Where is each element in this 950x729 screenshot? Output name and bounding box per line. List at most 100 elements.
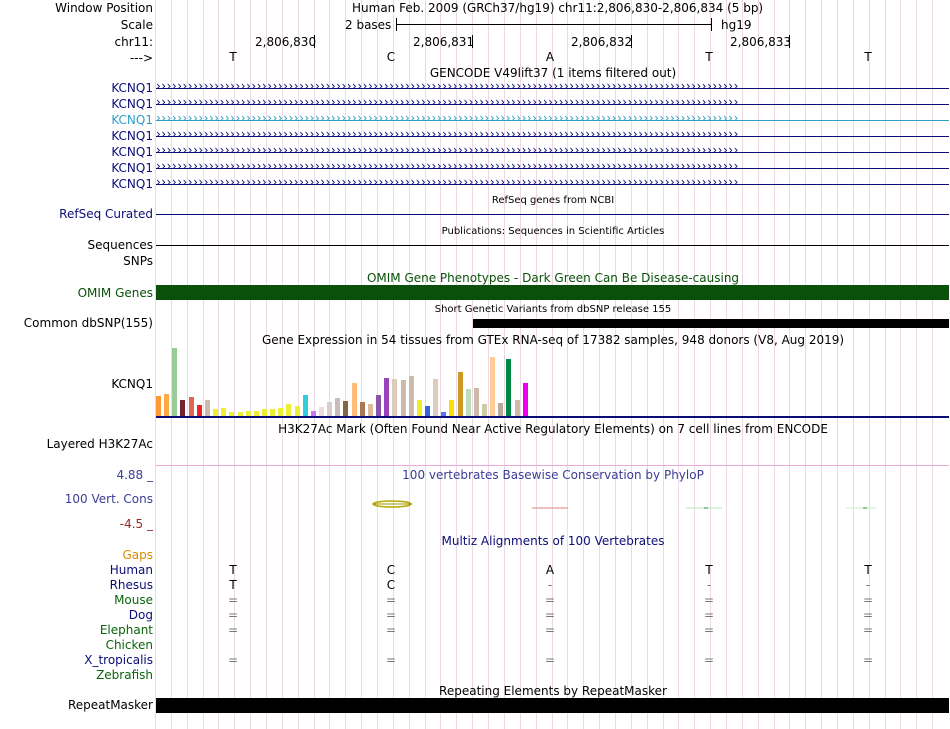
multiz-species-label[interactable]: Dog [129, 608, 153, 622]
gtex-tissue-bar[interactable] [302, 395, 308, 416]
gtex-tissue-bar[interactable] [514, 400, 520, 416]
gtex-track-title[interactable]: Gene Expression in 54 tissues from GTEx … [156, 333, 950, 347]
gtex-tissue-bar[interactable] [319, 407, 324, 416]
gtex-tissue-bar[interactable] [286, 404, 292, 416]
gtex-tissue-bar[interactable] [400, 380, 406, 416]
gtex-tissue-bar[interactable] [164, 394, 170, 416]
publications-label[interactable]: Sequences [88, 238, 153, 252]
grid-line [741, 0, 743, 729]
gtex-tissue-bar[interactable] [351, 383, 357, 416]
dbsnp-track-title[interactable]: Short Genetic Variants from dbSNP releas… [156, 303, 950, 317]
gencode-transcript-feature[interactable]: ››››››››››››››››››››››››››››››››››››››››… [156, 175, 949, 189]
grid-line [805, 0, 807, 729]
phylop-label[interactable]: 100 Vert. Cons [65, 492, 153, 506]
gtex-tissue-bar[interactable] [522, 383, 528, 416]
gtex-tissue-bar[interactable] [506, 359, 512, 416]
snps-label[interactable]: SNPs [123, 254, 153, 268]
gtex-tissue-bar[interactable] [188, 397, 194, 416]
gtex-tissue-bar[interactable] [498, 403, 504, 416]
dbsnp-label[interactable]: Common dbSNP(155) [24, 316, 153, 330]
gencode-transcript-feature[interactable]: ››››››››››››››››››››››››››››››››››››››››… [156, 127, 949, 141]
gencode-transcript-label[interactable]: KCNQ1 [111, 129, 153, 143]
gtex-tissue-bar[interactable] [376, 395, 382, 416]
h3k27ac-track-title[interactable]: H3K27Ac Mark (Often Found Near Active Re… [156, 422, 950, 436]
gtex-tissue-bar[interactable] [261, 409, 267, 416]
repeatmasker-track-title[interactable]: Repeating Elements by RepeatMasker [156, 684, 950, 698]
gtex-tissue-bar[interactable] [433, 379, 439, 416]
gtex-tissue-bar[interactable] [180, 400, 186, 416]
gencode-transcript-label[interactable]: KCNQ1 [111, 81, 153, 95]
repeatmasker-label[interactable]: RepeatMasker [68, 698, 153, 712]
gtex-tissue-bar[interactable] [482, 404, 487, 416]
gtex-tissue-bar[interactable] [343, 401, 349, 416]
gtex-tissue-bar[interactable] [367, 404, 373, 416]
repeatmasker-feature-bar[interactable] [156, 698, 949, 713]
gencode-track-title[interactable]: GENCODE V49lift37 (1 items filtered out) [156, 66, 950, 80]
h3k27ac-label[interactable]: Layered H3K27Ac [47, 437, 153, 451]
strand-arrows: ››››››››››››››››››››››››››››››››››››››››… [156, 127, 739, 141]
multiz-track-title[interactable]: Multiz Alignments of 100 Vertebrates [156, 534, 950, 548]
gtex-tissue-bar[interactable] [172, 348, 178, 416]
gtex-tissue-bar[interactable] [278, 408, 284, 416]
gencode-transcript-label[interactable]: KCNQ1 [111, 177, 153, 191]
gtex-tissue-bar[interactable] [408, 376, 414, 416]
gencode-transcript-label[interactable]: KCNQ1 [111, 161, 153, 175]
gencode-transcript-feature[interactable]: ››››››››››››››››››››››››››››››››››››››››… [156, 95, 949, 109]
gtex-tissue-bar[interactable] [384, 378, 390, 416]
multiz-alignment-cell: T [705, 563, 713, 577]
refseq-feature-line[interactable] [156, 214, 949, 215]
gtex-tissue-bar[interactable] [294, 406, 300, 416]
phylop-signal[interactable] [156, 495, 949, 515]
publications-feature-line[interactable] [156, 245, 949, 246]
omim-feature-bar[interactable] [156, 285, 949, 300]
gencode-transcript-feature[interactable]: ››››››››››››››››››››››››››››››››››››››››… [156, 143, 949, 157]
multiz-species-label[interactable]: Zebrafish [96, 668, 153, 682]
gtex-label[interactable]: KCNQ1 [111, 377, 153, 391]
refseq-label[interactable]: RefSeq Curated [59, 207, 153, 221]
gencode-transcript-label[interactable]: KCNQ1 [111, 113, 153, 127]
gencode-transcript-feature[interactable]: ››››››››››››››››››››››››››››››››››››››››… [156, 111, 949, 125]
grid-line [725, 0, 727, 729]
gtex-tissue-bar[interactable] [457, 372, 463, 416]
gtex-tissue-bar[interactable] [156, 396, 161, 416]
gtex-tissue-bar[interactable] [204, 400, 210, 416]
gtex-tissue-bar[interactable] [465, 389, 471, 416]
gtex-bar-chart[interactable] [156, 348, 546, 416]
phylop-track-title[interactable]: 100 vertebrates Basewise Conservation by… [156, 468, 950, 482]
gtex-tissue-bar[interactable] [221, 408, 227, 416]
multiz-species-label[interactable]: Chicken [106, 638, 153, 652]
refseq-track-title[interactable]: RefSeq genes from NCBI [156, 194, 950, 208]
gencode-transcript-feature[interactable]: ››››››››››››››››››››››››››››››››››››››››… [156, 159, 949, 173]
gtex-tissue-bar[interactable] [335, 398, 341, 416]
gtex-tissue-bar[interactable] [213, 409, 219, 416]
strand-arrows: ››››››››››››››››››››››››››››››››››››››››… [156, 159, 739, 173]
gtex-tissue-bar[interactable] [392, 379, 398, 416]
gtex-tissue-bar[interactable] [449, 400, 455, 416]
multiz-species-label[interactable]: Mouse [114, 593, 153, 607]
gtex-tissue-bar[interactable] [490, 357, 496, 416]
omim-label[interactable]: OMIM Genes [78, 286, 153, 300]
multiz-alignment-cell: = [862, 623, 874, 637]
dbsnp-feature-bar[interactable] [473, 319, 949, 328]
gencode-transcript-label[interactable]: KCNQ1 [111, 97, 153, 111]
gtex-tissue-bar[interactable] [327, 402, 333, 416]
gtex-tissue-bar[interactable] [270, 409, 276, 416]
gtex-tissue-bar[interactable] [359, 402, 365, 416]
gtex-tissue-bar[interactable] [416, 400, 422, 416]
grid-line [662, 0, 664, 729]
gtex-tissue-bar[interactable] [424, 406, 430, 416]
publications-track-title[interactable]: Publications: Sequences in Scientific Ar… [156, 225, 950, 239]
gtex-tissue-bar[interactable] [196, 405, 202, 416]
multiz-species-label[interactable]: Human [110, 563, 153, 577]
multiz-species-label[interactable]: Rhesus [110, 578, 153, 592]
position-tick-3: 2,806,832 [571, 35, 633, 49]
gencode-transcript-label[interactable]: KCNQ1 [111, 145, 153, 159]
gencode-transcript-feature[interactable]: ››››››››››››››››››››››››››››››››››››››››… [156, 79, 949, 93]
grid-line [916, 0, 918, 729]
gaps-label[interactable]: Gaps [122, 548, 153, 562]
omim-track-title[interactable]: OMIM Gene Phenotypes - Dark Green Can Be… [156, 271, 950, 285]
gtex-tissue-bar[interactable] [473, 388, 479, 416]
multiz-species-label[interactable]: X_tropicalis [84, 653, 153, 667]
multiz-species-label[interactable]: Elephant [100, 623, 153, 637]
scale-label: Scale [120, 18, 153, 32]
